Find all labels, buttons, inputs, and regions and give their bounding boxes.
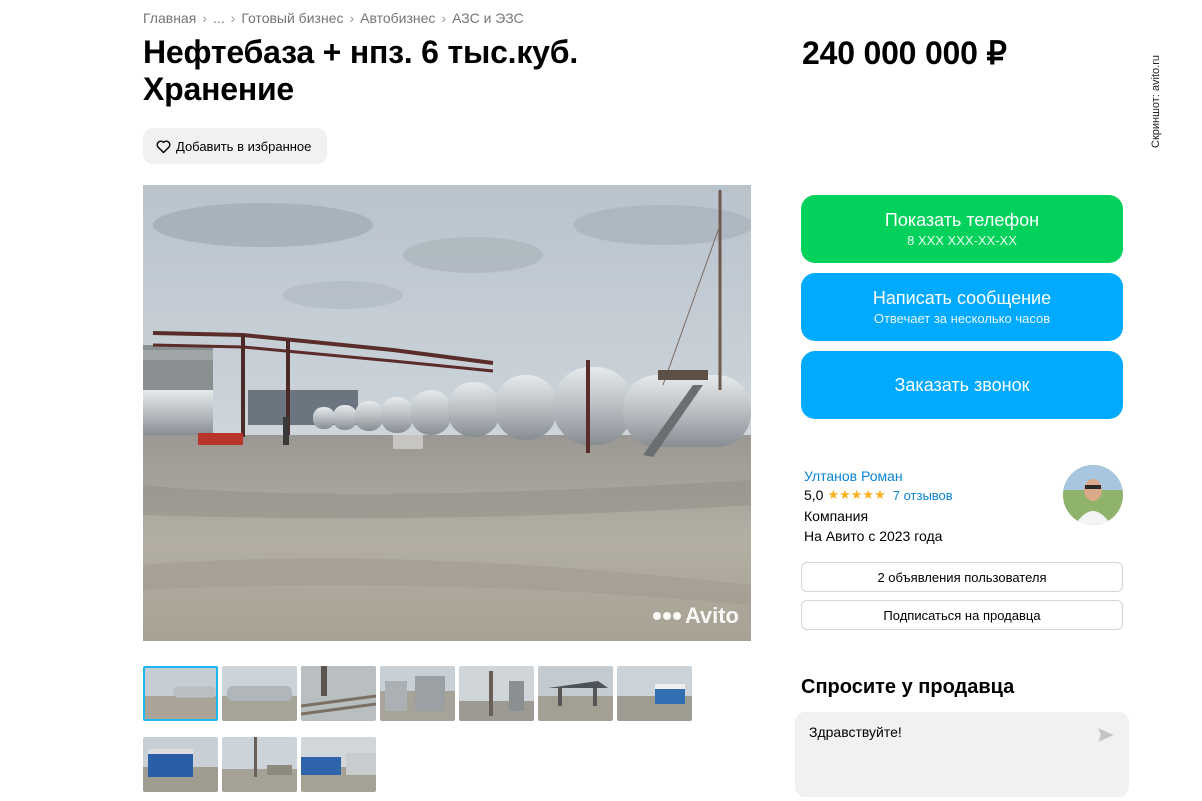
rating-stars-icon: ★★★★★ xyxy=(827,487,886,502)
thumbnail[interactable] xyxy=(301,666,376,721)
request-callback-button[interactable]: Заказать звонок xyxy=(801,351,1123,419)
seller-listings-button[interactable]: 2 объявления пользователя xyxy=(801,562,1123,592)
thumbnail[interactable] xyxy=(222,737,297,792)
thumbnail-image xyxy=(538,666,613,721)
breadcrumb-separator: › xyxy=(349,10,355,26)
thumbnail-gallery xyxy=(143,666,703,792)
avito-logo-text: Avito xyxy=(684,603,739,628)
watermark-text: Скриншот: avito.ru xyxy=(1150,54,1162,148)
rating-value: 5,0 xyxy=(804,487,824,503)
add-to-favorites-button[interactable]: Добавить в избранное xyxy=(143,128,328,164)
thumbnail[interactable] xyxy=(143,737,218,792)
breadcrumb-separator: › xyxy=(230,10,236,26)
heart-icon xyxy=(156,140,171,153)
thumbnail-image xyxy=(380,666,455,721)
favorite-label: Добавить в избранное xyxy=(176,138,312,154)
send-icon[interactable] xyxy=(1097,726,1115,744)
breadcrumb-autobusiness[interactable]: Автобизнес xyxy=(360,10,435,26)
thumbnail[interactable] xyxy=(222,666,297,721)
seller-since: На Авито с 2023 года xyxy=(804,528,943,544)
show-phone-button[interactable]: Показать телефон 8 XXX XXX-XX-XX xyxy=(801,195,1123,263)
seller-avatar-image xyxy=(1063,465,1123,525)
thumbnail-image xyxy=(143,737,218,792)
thumbnail-image xyxy=(301,666,376,721)
thumbnail[interactable] xyxy=(459,666,534,721)
thumbnail[interactable] xyxy=(143,666,218,721)
thumbnail-image xyxy=(145,668,216,719)
breadcrumb-gas-stations[interactable]: АЗС и ЭЗС xyxy=(452,10,524,26)
thumbnail-image xyxy=(222,737,297,792)
response-time: Отвечает за несколько часов xyxy=(873,311,1051,326)
screenshot-watermark: Скриншот: avito.ru xyxy=(1148,30,1164,148)
breadcrumb-separator: › xyxy=(202,10,207,26)
breadcrumb-home[interactable]: Главная xyxy=(143,10,196,26)
avatar[interactable] xyxy=(1063,465,1123,525)
thumbnail-image xyxy=(617,666,692,721)
thumbnail-image xyxy=(222,666,297,721)
seller-name[interactable]: Ултанов Роман xyxy=(804,468,903,484)
breadcrumb-separator: › xyxy=(441,10,447,26)
thumbnail[interactable] xyxy=(380,666,455,721)
write-message-button[interactable]: Написать сообщение Отвечает за несколько… xyxy=(801,273,1123,341)
breadcrumb-ready-business[interactable]: Готовый бизнес xyxy=(241,10,343,26)
subscribe-seller-button[interactable]: Подписаться на продавца xyxy=(801,600,1123,630)
seller-type: Компания xyxy=(804,508,869,524)
oil-depot-photo xyxy=(143,185,751,641)
message-input[interactable]: Здравствуйте! xyxy=(795,712,1129,797)
avito-dots-icon xyxy=(652,612,681,620)
thumbnail[interactable] xyxy=(301,737,376,792)
phone-mask: 8 XXX XXX-XX-XX xyxy=(907,233,1017,248)
avito-watermark-logo: Avito xyxy=(652,603,739,629)
ask-seller-title: Спросите у продавца xyxy=(801,676,1015,698)
thumbnail-image xyxy=(459,666,534,721)
message-text: Здравствуйте! xyxy=(809,724,902,740)
breadcrumb: Главная › ... › Готовый бизнес › Автобиз… xyxy=(143,10,524,26)
request-callback-label: Заказать звонок xyxy=(894,374,1030,395)
thumbnail[interactable] xyxy=(538,666,613,721)
reviews-link[interactable]: 7 отзывов xyxy=(893,488,953,503)
main-photo[interactable]: Avito xyxy=(143,185,751,641)
write-message-label: Написать сообщение xyxy=(872,288,1052,308)
thumbnail-image xyxy=(301,737,376,792)
breadcrumb-ellipsis[interactable]: ... xyxy=(213,10,225,26)
seller-rating: 5,0 ★★★★★ 7 отзывов xyxy=(804,487,953,503)
thumbnail[interactable] xyxy=(617,666,692,721)
listing-title: Нефтебаза + нпз. 6 тыс.куб. Хранение xyxy=(143,34,579,107)
listing-price: 240 000 000 ₽ xyxy=(802,35,1007,71)
show-phone-label: Показать телефон xyxy=(884,210,1040,230)
